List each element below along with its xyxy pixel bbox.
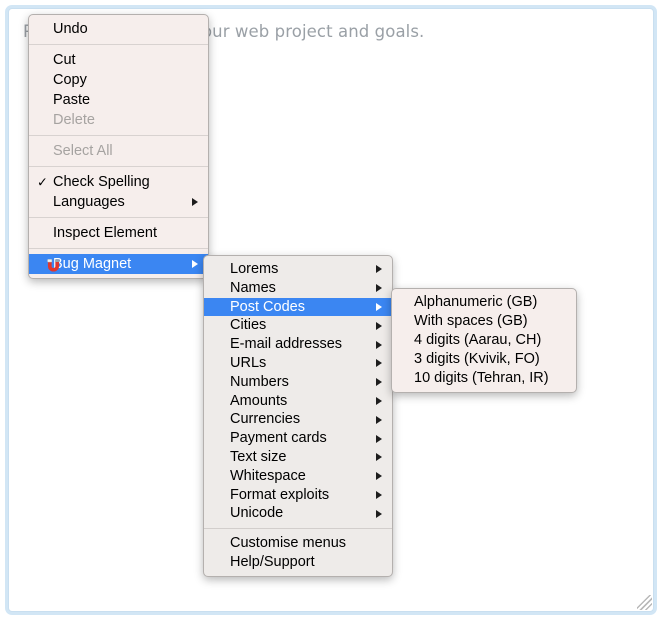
menu-item-text-size[interactable]: Text size: [204, 448, 392, 467]
submenu-arrow-icon: [376, 396, 382, 405]
menu-item-label: Post Codes: [230, 298, 305, 315]
menu-item-label: Check Spelling: [53, 174, 150, 190]
menu-item-select-all: Select All: [29, 141, 208, 161]
menu-item-cities[interactable]: Cities: [204, 316, 392, 335]
menu-item-label: Text size: [230, 448, 287, 465]
menu-item-copy[interactable]: Copy: [29, 70, 208, 90]
menu-separator: [29, 248, 208, 249]
menu-item-label: Unicode: [230, 505, 284, 522]
menu-item-label: E-mail addresses: [230, 336, 343, 353]
menu-item-currencies[interactable]: Currencies: [204, 410, 392, 429]
menu-item-alphanumeric-gb[interactable]: Alphanumeric (GB): [392, 293, 576, 312]
menu-item-cut[interactable]: Cut: [29, 50, 208, 70]
menu-item-names[interactable]: Names: [204, 279, 392, 298]
menu-item-label: URLs: [230, 354, 267, 371]
menu-separator: [29, 166, 208, 167]
menu-item-label: Undo: [53, 21, 88, 37]
submenu-arrow-icon: [376, 434, 382, 443]
menu-item-10-digits-tehran-ir[interactable]: 10 digits (Tehran, IR): [392, 369, 576, 388]
menu-item-customise-menus[interactable]: Customise menus: [204, 534, 392, 553]
submenu-arrow-icon: [192, 260, 198, 268]
menu-item-label: Currencies: [230, 411, 301, 428]
checkmark-icon: ✓: [37, 174, 48, 190]
menu-item-label: Names: [230, 279, 276, 296]
menu-separator: [29, 44, 208, 45]
menu-item-whitespace[interactable]: Whitespace: [204, 467, 392, 486]
menu-item-label: 10 digits (Tehran, IR): [414, 370, 549, 386]
submenu-arrow-icon: [376, 490, 382, 499]
submenu-arrow-icon: [192, 198, 198, 206]
menu-item-with-spaces-gb[interactable]: With spaces (GB): [392, 312, 576, 331]
menu-item-urls[interactable]: URLs: [204, 354, 392, 373]
submenu-arrow-icon: [376, 340, 382, 349]
menu-item-label: Copy: [53, 72, 87, 88]
menu-item-label: Inspect Element: [53, 225, 157, 241]
menu-item-label: 4 digits (Aarau, CH): [414, 332, 542, 348]
menu-item-post-codes[interactable]: Post Codes: [204, 297, 392, 317]
menu-item-label: Numbers: [230, 373, 289, 390]
menu-item-bug-magnet[interactable]: Bug Magnet: [29, 254, 208, 274]
menu-item-label: 3 digits (Kvivik, FO): [414, 351, 540, 367]
menu-item-label: Paste: [53, 92, 91, 108]
menu-item-languages[interactable]: Languages: [29, 192, 208, 212]
menu-item-lorems[interactable]: Lorems: [204, 260, 392, 279]
menu-item-inspect-element[interactable]: Inspect Element: [29, 223, 208, 243]
submenu-arrow-icon: [376, 415, 382, 424]
menu-item-label: Format exploits: [230, 486, 330, 503]
submenu-arrow-icon: [376, 284, 382, 293]
menu-separator: [29, 135, 208, 136]
menu-item-delete: Delete: [29, 110, 208, 130]
menu-item-label: Lorems: [230, 261, 279, 277]
menu-item-3-digits-kvivik-fo[interactable]: 3 digits (Kvivik, FO): [392, 350, 576, 369]
menu-item-label: Alphanumeric (GB): [414, 294, 538, 310]
magnet-icon: [46, 258, 61, 272]
menu-item-format-exploits[interactable]: Format exploits: [204, 486, 392, 505]
submenu-arrow-icon: [376, 472, 382, 481]
submenu-arrow-icon: [376, 302, 382, 311]
textarea-resize-grip[interactable]: [637, 595, 652, 610]
submenu-arrow-icon: [376, 359, 382, 368]
menu-item-label: Select All: [53, 143, 113, 159]
menu-item-label: Bug Magnet: [53, 256, 132, 272]
submenu-arrow-icon: [376, 378, 382, 387]
menu-item-amounts[interactable]: Amounts: [204, 392, 392, 411]
context-menu[interactable]: Undo Cut Copy Paste Delete Select All ✓ Check S…: [28, 14, 209, 279]
submenu-arrow-icon: [376, 453, 382, 462]
menu-item-label: Delete: [53, 112, 95, 128]
menu-separator: [29, 217, 208, 218]
menu-item-label: Payment cards: [230, 430, 327, 447]
menu-item-label: Help/Support: [230, 553, 315, 570]
menu-item-4-digits-aarau-ch[interactable]: 4 digits (Aarau, CH): [392, 331, 576, 350]
menu-item-unicode[interactable]: Unicode: [204, 504, 392, 523]
menu-item-undo[interactable]: Undo: [29, 19, 208, 39]
menu-item-numbers[interactable]: Numbers: [204, 373, 392, 392]
menu-item-label: Cities: [230, 317, 267, 334]
menu-item-label: With spaces (GB): [414, 313, 528, 329]
menu-item-e-mail-addresses[interactable]: E-mail addresses: [204, 335, 392, 354]
menu-item-label: Customise menus: [230, 535, 347, 552]
submenu-arrow-icon: [376, 265, 382, 274]
submenu-arrow-icon: [376, 321, 382, 330]
menu-item-payment-cards[interactable]: Payment cards: [204, 429, 392, 448]
menu-item-label: Amounts: [230, 392, 288, 409]
post-codes-submenu[interactable]: Alphanumeric (GB) With spaces (GB) 4 digit…: [391, 288, 577, 393]
menu-item-label: Languages: [53, 194, 125, 210]
menu-item-paste[interactable]: Paste: [29, 90, 208, 110]
submenu-arrow-icon: [376, 509, 382, 518]
menu-item-label: Cut: [53, 52, 76, 68]
menu-item-label: Whitespace: [230, 467, 306, 484]
menu-separator: [204, 528, 392, 530]
menu-item-help-support[interactable]: Help/Support: [204, 553, 392, 572]
menu-item-check-spelling[interactable]: ✓ Check Spelling: [29, 172, 208, 192]
bug-magnet-submenu[interactable]: Lorems Names Post Codes Cities E-mail addres…: [203, 255, 393, 577]
